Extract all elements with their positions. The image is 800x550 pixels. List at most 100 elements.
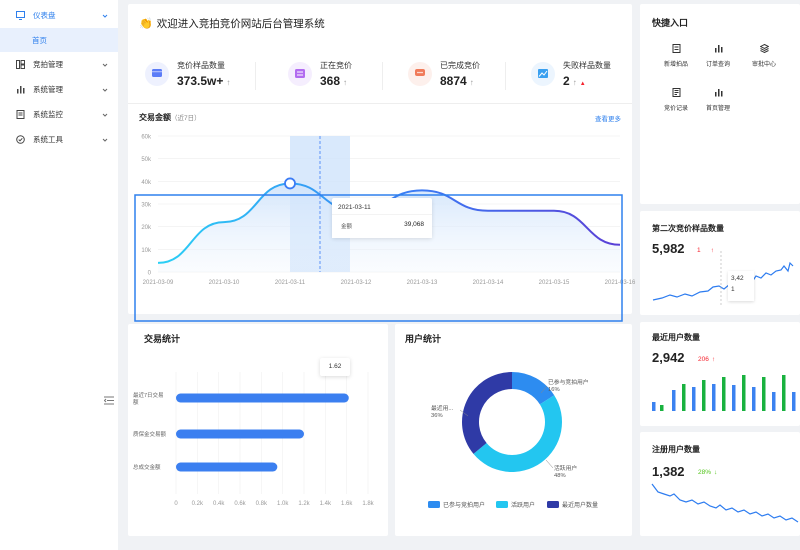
sparkline — [651, 483, 799, 523]
x-tick-label: 2021-03-15 — [539, 280, 570, 286]
stat-label: 失败样品数量 — [563, 61, 611, 70]
stat-value: 368 ↑ — [320, 74, 347, 88]
bar-tooltip: 1.62 — [320, 358, 350, 376]
slice-percent: 16% — [548, 387, 560, 393]
tooltip-value: 3,42 — [731, 275, 744, 282]
quick-orders[interactable]: 订单查询 — [698, 44, 738, 68]
divider — [382, 62, 383, 90]
clap-emoji: 👏 — [139, 18, 153, 30]
registered-users-card: 注册用户数量 1,382 28% ↓ — [640, 432, 800, 536]
x-tick-label: 2021-03-12 — [341, 280, 372, 286]
y-tick-label: 60k — [141, 135, 152, 141]
sidebar-subitem-home[interactable]: 首页 — [0, 28, 118, 52]
quick-label: 新增拍品 — [663, 62, 688, 68]
divider — [128, 103, 632, 104]
quick-bid-records[interactable]: 竞价记录 — [656, 88, 696, 112]
x-tick-label: 0.2k — [192, 501, 204, 507]
image-icon — [538, 68, 548, 80]
sidebar-item-monitor[interactable]: 系统监控 — [0, 102, 118, 127]
stat-number: 368 — [320, 74, 341, 88]
sidebar: 仪表盘 首页 竞拍管理 系统管理 系统监控 系统工具 — [0, 0, 118, 550]
trade-amount-title: 交易金额 — [139, 113, 171, 122]
recent-users-card: 最近用户数量 2,942 206 ↑ — [640, 322, 800, 426]
category-label: 最近7日交易 — [133, 391, 164, 399]
trend-arrow: ↑ — [469, 78, 474, 87]
stat-icon-bg — [288, 62, 312, 86]
x-tick-label: 0.6k — [234, 501, 246, 507]
stat-value: 2 ↑ ▲ — [563, 74, 586, 88]
slice-label: 最近用... — [431, 404, 454, 412]
x-tick-label: 1.0k — [277, 501, 289, 507]
document-icon — [16, 110, 25, 119]
sidebar-item-tools[interactable]: 系统工具 — [0, 127, 118, 152]
quick-access-card: 快捷入口 新增拍品 订单查询 审批中心 竞价记录 首页管理 — [640, 4, 800, 204]
sidebar-item-auction[interactable]: 竞拍管理 — [0, 52, 118, 77]
quick-approval[interactable]: 审批中心 — [744, 43, 784, 68]
category-label: 质保金交易额 — [133, 430, 167, 438]
chat-icon — [415, 68, 425, 80]
stat-label: 正在竞价 — [320, 61, 352, 70]
chevron-down-icon — [102, 61, 108, 67]
tooltip-sub: 1 — [731, 286, 735, 293]
check-circle-icon — [16, 135, 25, 144]
trade-amount-header: 交易金额（近7日） — [139, 112, 201, 123]
sidebar-item-label: 系统管理 — [33, 85, 63, 94]
bar — [176, 462, 278, 472]
divider — [255, 62, 256, 90]
view-more-link[interactable]: 查看更多 — [595, 113, 621, 123]
page-title: 欢迎进入竞拍竞价网站后台管理系统 — [156, 18, 325, 30]
x-tick-label: 2021-03-14 — [473, 280, 504, 286]
quick-access-title: 快捷入口 — [652, 18, 689, 28]
page-title-row: 👏 欢迎进入竞拍竞价网站后台管理系统 — [139, 16, 325, 31]
trend-arrow: ↑ — [572, 78, 577, 87]
y-tick-label: 0 — [148, 271, 152, 277]
bar — [176, 393, 349, 403]
y-tick-label: 10k — [141, 248, 152, 254]
sidebar-item-label: 系统监控 — [33, 110, 63, 119]
trend-arrow: ↑ — [343, 78, 348, 87]
sparkline-tooltip: 3,42 1 — [728, 271, 754, 301]
hover-point[interactable] — [284, 177, 296, 190]
slice-label: 已参与竞拍用户 — [548, 378, 589, 386]
legend-swatch — [496, 501, 508, 508]
x-tick-label: 2021-03-09 — [143, 280, 174, 286]
bar-chart-icon — [714, 44, 723, 53]
legend-swatch — [547, 501, 559, 508]
monitor-icon — [16, 11, 25, 20]
x-tick-label: 1.6k — [341, 501, 353, 507]
bar-chart-icon — [16, 85, 25, 94]
tooltip-date: 2021-03-11 — [338, 204, 371, 211]
x-tick-label: 2021-03-10 — [209, 280, 240, 286]
pie-slice — [462, 372, 512, 454]
second-bid-card: 第二次竞价样品数量 5,982 1 ↑ 3,42 1 — [640, 211, 800, 315]
quick-new-item[interactable]: 新增拍品 — [656, 44, 696, 68]
quick-label: 首页管理 — [705, 106, 730, 112]
divider — [505, 62, 506, 90]
stat-number: 373.5w+ — [177, 74, 224, 88]
x-tick-label: 1.4k — [320, 501, 332, 507]
stat-label: 已完成竞价 — [440, 61, 480, 70]
stat-number: 8874 — [440, 74, 467, 88]
sidebar-item-label: 竞拍管理 — [33, 60, 63, 69]
stat-icon-bg — [145, 62, 169, 86]
sidebar-item-dashboard[interactable]: 仪表盘 — [0, 3, 118, 28]
menu-fold-icon[interactable] — [103, 396, 114, 407]
stat-value: 8874 ↑ — [440, 74, 474, 88]
y-tick-label: 40k — [141, 180, 152, 186]
sidebar-item-label: 仪表盘 — [33, 11, 56, 20]
x-tick-label: 0.4k — [213, 501, 225, 507]
slice-percent: 36% — [431, 413, 443, 419]
x-tick-label: 2021-03-16 — [605, 280, 636, 286]
quick-label: 订单查询 — [705, 62, 730, 68]
legend-label: 最近用户数量 — [562, 501, 598, 509]
bar-chart-icon — [714, 88, 723, 97]
sidebar-item-label: 系统工具 — [33, 135, 63, 144]
chevron-down-icon — [102, 136, 108, 142]
stat-label: 竞价样品数量 — [177, 61, 225, 70]
slice-label: 活跃用户 — [554, 464, 577, 472]
quick-home-manage[interactable]: 首页管理 — [698, 88, 738, 112]
sidebar-item-system[interactable]: 系统管理 — [0, 77, 118, 102]
layout-icon — [16, 60, 25, 69]
chevron-down-icon — [102, 111, 108, 117]
legend-swatch — [428, 501, 440, 508]
